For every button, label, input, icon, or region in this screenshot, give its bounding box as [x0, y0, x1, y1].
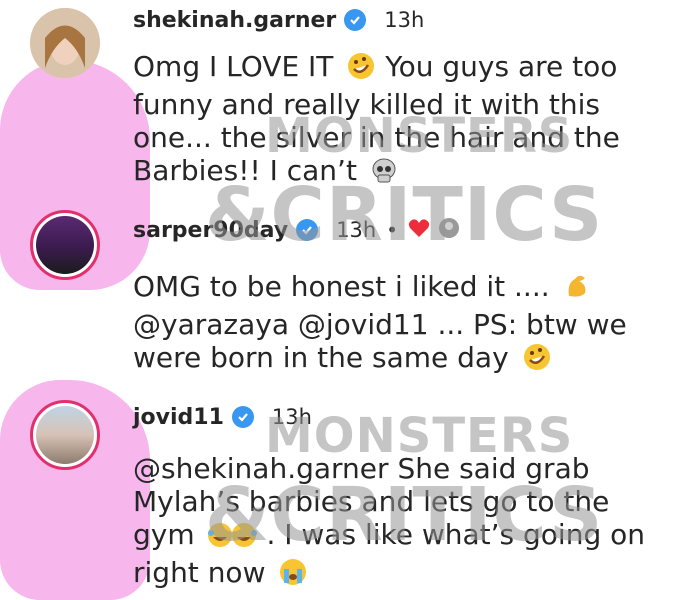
comment-text-part: @yarazaya @jovid11 ... PS: btw we were b…	[133, 308, 627, 374]
avatar-photo-icon	[30, 8, 100, 78]
avatar-photo-icon	[36, 216, 94, 274]
rolling-laughing-emoji-icon	[346, 51, 376, 88]
username[interactable]: jovid11	[133, 405, 224, 430]
avatar[interactable]	[30, 8, 100, 78]
avatar-photo-icon	[36, 406, 94, 464]
comment-text-part: OMG to be honest i liked it ....	[133, 270, 550, 303]
loudly-crying-emoji-icon	[278, 557, 308, 594]
comment-text: OMG to be honest i liked it .... @yaraza…	[133, 270, 653, 379]
watermark-critics-top: &CRITICS	[205, 172, 604, 258]
avatar[interactable]	[30, 210, 100, 280]
watermark-monsters-top: MONSTERS	[265, 108, 574, 164]
timestamp: 13h	[384, 8, 425, 32]
username[interactable]: shekinah.garner	[133, 8, 336, 33]
watermark-monsters-bottom: MONSTERS	[265, 408, 574, 464]
verified-badge-icon	[344, 9, 367, 31]
verified-badge-icon	[231, 406, 254, 428]
rolling-laughing-emoji-icon	[522, 342, 552, 379]
comment-shekinah: shekinah.garner 13h Omg I LOVE IT You gu…	[0, 0, 680, 200]
watermark-critics-bottom: &CRITICS	[205, 472, 604, 558]
avatar[interactable]	[30, 400, 100, 470]
flexed-biceps-emoji-icon	[563, 271, 593, 308]
comment-text-part: Omg I LOVE IT	[133, 50, 334, 83]
